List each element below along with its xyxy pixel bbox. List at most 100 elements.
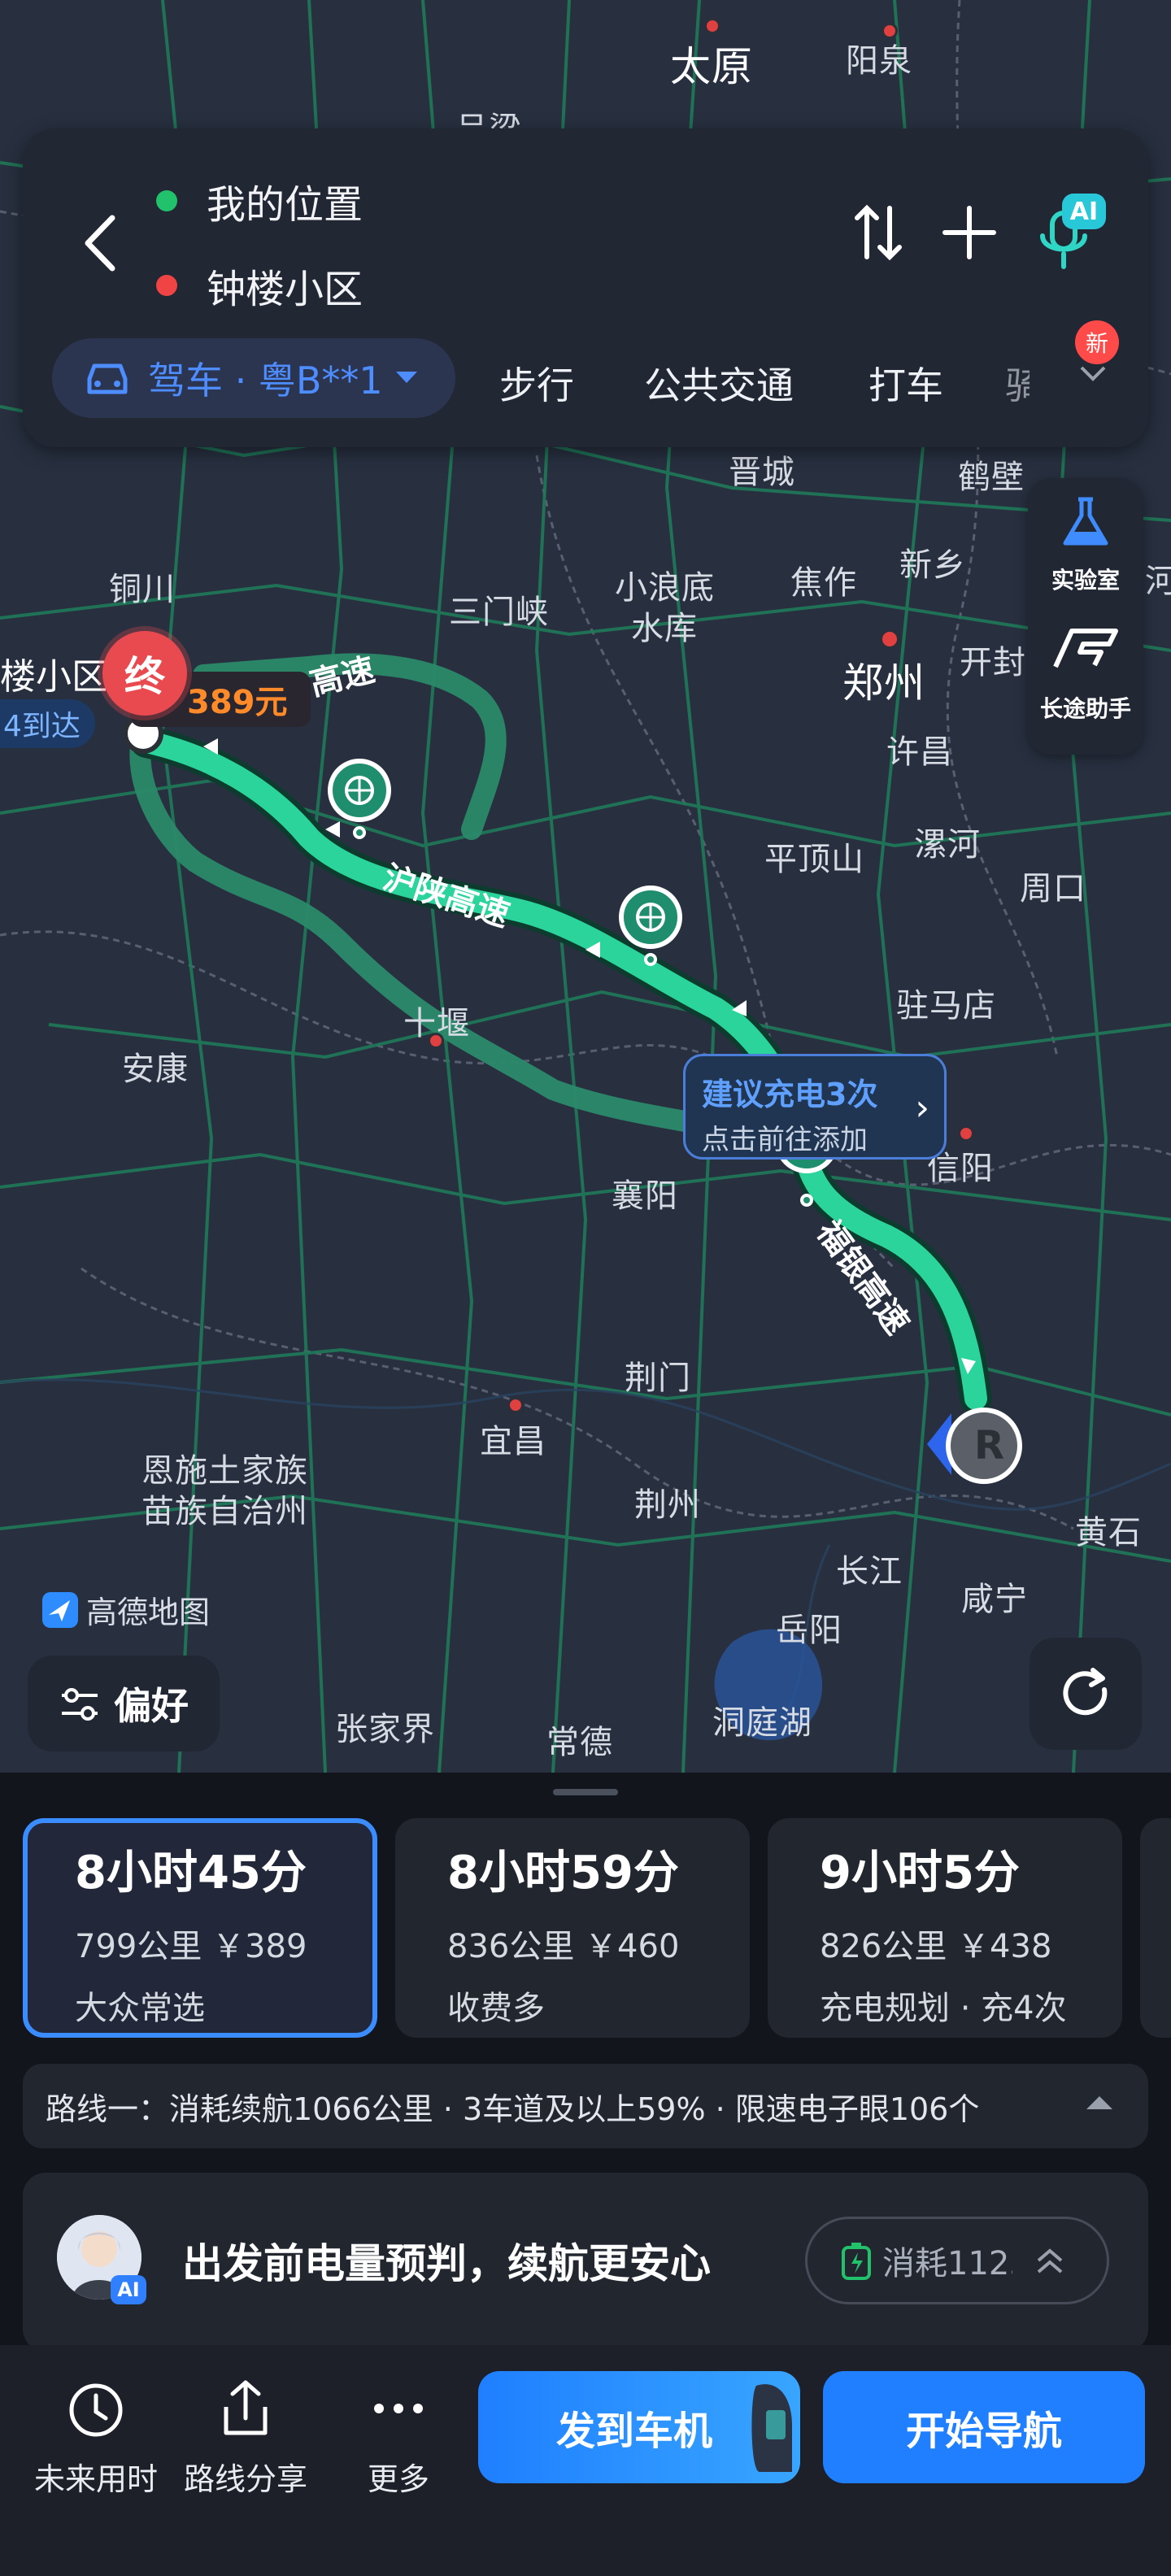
arrival-time-partial: 4到达	[0, 699, 95, 748]
panel-actions: AI	[852, 194, 1106, 272]
ai-badge: AI	[111, 2275, 146, 2304]
sheet-handle[interactable]	[553, 1789, 618, 1795]
long-trip-icon[interactable]	[1051, 624, 1121, 673]
send-to-car-label: 发到车机	[556, 2408, 713, 2454]
destination-dot	[156, 275, 177, 296]
city-label: 荆门	[625, 1360, 691, 1397]
route-option-2[interactable]: 8小时59分 836公里 ￥460 收费多	[395, 1818, 750, 2038]
city-label: 三门峡	[449, 594, 549, 631]
city-label: 平顶山	[764, 841, 864, 878]
lab-label[interactable]: 实验室	[1028, 563, 1143, 595]
route-tag: 充电规划 · 充4次	[820, 1990, 1067, 2027]
destination-marker[interactable]: 终	[102, 631, 187, 716]
preference-label: 偏好	[114, 1684, 189, 1728]
share-route-label: 路线分享	[183, 2461, 307, 2497]
destination-label: 钟楼小区	[207, 267, 363, 312]
city-label: 焦作	[790, 564, 857, 602]
city-label: 咸宁	[961, 1581, 1028, 1618]
city-label: 常德	[546, 1724, 613, 1761]
tab-ride[interactable]: 骑	[1005, 356, 1030, 410]
city-label: 新乡	[899, 546, 966, 584]
city-dot	[428, 1033, 444, 1049]
city-dot	[958, 1125, 974, 1142]
city-dot	[880, 629, 899, 649]
amap-logo: 高德地图	[41, 1587, 210, 1632]
route-option-4-partial[interactable]	[1140, 1818, 1171, 2038]
back-arrow-icon[interactable]	[72, 207, 128, 280]
city-label: 黄石	[1075, 1514, 1142, 1551]
city-label: 开封	[960, 644, 1026, 681]
collapse-icon	[1086, 2096, 1112, 2109]
city-label: 洞庭湖	[712, 1704, 812, 1742]
city-dot	[882, 23, 898, 39]
route-distance-cost: 836公里 ￥460	[447, 1928, 680, 1965]
battery-consumption-pill[interactable]: 消耗1125	[805, 2217, 1109, 2304]
city-label: 郑州	[842, 659, 925, 707]
flask-icon[interactable]	[1060, 496, 1111, 550]
battery-forecast-title: 出发前电量预判，续航更安心	[182, 2240, 711, 2287]
chevron-right-icon: ›	[915, 1087, 929, 1129]
tab-transit[interactable]: 公共交通	[644, 356, 794, 410]
city-label: 太原	[670, 43, 753, 90]
send-to-car-button[interactable]: 发到车机	[478, 2371, 800, 2483]
start-navigation-button[interactable]: 开始导航	[823, 2371, 1145, 2483]
city-label: 安康	[122, 1051, 189, 1088]
city-label: 铜川	[109, 571, 176, 608]
share-route-button[interactable]: 路线分享	[172, 2374, 319, 2499]
city-label: 张家界	[335, 1711, 435, 1748]
route-time: 8小时45分	[75, 1847, 307, 1899]
route-distance-cost: 799公里 ￥389	[75, 1928, 307, 1965]
city-label: 长江	[836, 1553, 903, 1590]
chevron-down-icon[interactable]	[1078, 364, 1108, 384]
route-panel: 我的位置 钟楼小区 AI 驾车 · 粤B**1 步行 公共交通 打车 骑 新	[23, 128, 1148, 447]
future-time-button[interactable]: 未来用时	[23, 2374, 169, 2499]
route-option-3[interactable]: 9小时5分 826公里 ￥438 充电规划 · 充4次	[768, 1818, 1122, 2038]
origin-label: 我的位置	[207, 182, 363, 228]
more-dots-icon	[374, 2404, 423, 2413]
more-label: 更多	[367, 2461, 429, 2497]
add-waypoint-icon[interactable]	[940, 203, 999, 262]
long-trip-label[interactable]: 长途助手	[1028, 691, 1143, 724]
route-summary-text: 路线一：消耗续航1066公里 · 3车道及以上59% · 限速电子眼106个	[46, 2091, 980, 2127]
route-tag: 收费多	[447, 1990, 545, 2027]
origin-row[interactable]: 我的位置	[156, 172, 363, 229]
drive-mode-selector[interactable]: 驾车 · 粤B**1	[52, 338, 455, 418]
clock-icon	[69, 2383, 123, 2437]
new-badge: 新	[1075, 320, 1119, 364]
share-icon	[224, 2380, 268, 2435]
future-time-label: 未来用时	[33, 2461, 158, 2497]
chevron-up-icon	[1037, 2248, 1063, 2274]
refresh-button[interactable]	[1030, 1638, 1142, 1750]
city-label: 晋城	[729, 454, 795, 491]
charge-suggestion-tooltip[interactable]: 建议充电3次 点击前往添加 ›	[683, 1054, 947, 1160]
side-tools: 实验室 长途助手	[1028, 478, 1143, 755]
battery-forecast-card[interactable]: AI 出发前电量预判，续航更安心 消耗1125	[23, 2173, 1148, 2352]
tab-walk[interactable]: 步行	[499, 356, 574, 410]
origin-dot	[156, 190, 177, 211]
city-label: 岳阳	[776, 1612, 842, 1649]
drive-mode-label: 驾车 · 粤B**1	[148, 359, 383, 402]
city-label: 阳泉	[846, 42, 912, 80]
start-navigation-label: 开始导航	[905, 2408, 1062, 2454]
battery-consumption-text: 消耗1125	[882, 2245, 1012, 2282]
amap-logo-icon	[42, 1591, 78, 1628]
car-icon	[87, 363, 128, 394]
city-label: 漯河	[914, 826, 981, 864]
tab-taxi[interactable]: 打车	[868, 356, 943, 410]
swap-icon[interactable]	[852, 200, 904, 265]
route-option-1[interactable]: 8小时45分 799公里 ￥389 大众常选	[23, 1818, 377, 2038]
ai-badge: AI	[1062, 194, 1106, 229]
battery-icon	[842, 2243, 871, 2280]
caret-down-icon	[395, 372, 417, 383]
route-summary[interactable]: 路线一：消耗续航1066公里 · 3车道及以上59% · 限速电子眼106个	[23, 2064, 1148, 2148]
more-button[interactable]: 更多	[322, 2374, 475, 2499]
sliders-icon	[62, 1688, 98, 1721]
preference-button[interactable]: 偏好	[28, 1656, 220, 1751]
ai-voice-button[interactable]: AI	[1034, 194, 1106, 272]
car-device-icon	[751, 2384, 792, 2472]
destination-row[interactable]: 钟楼小区	[156, 257, 363, 314]
city-label: 荆州	[634, 1486, 701, 1524]
charge-suggestion-subtitle: 点击前往添加	[702, 1124, 868, 1156]
city-label: 驻马店	[896, 987, 996, 1025]
amap-logo-text: 高德地图	[86, 1595, 211, 1630]
